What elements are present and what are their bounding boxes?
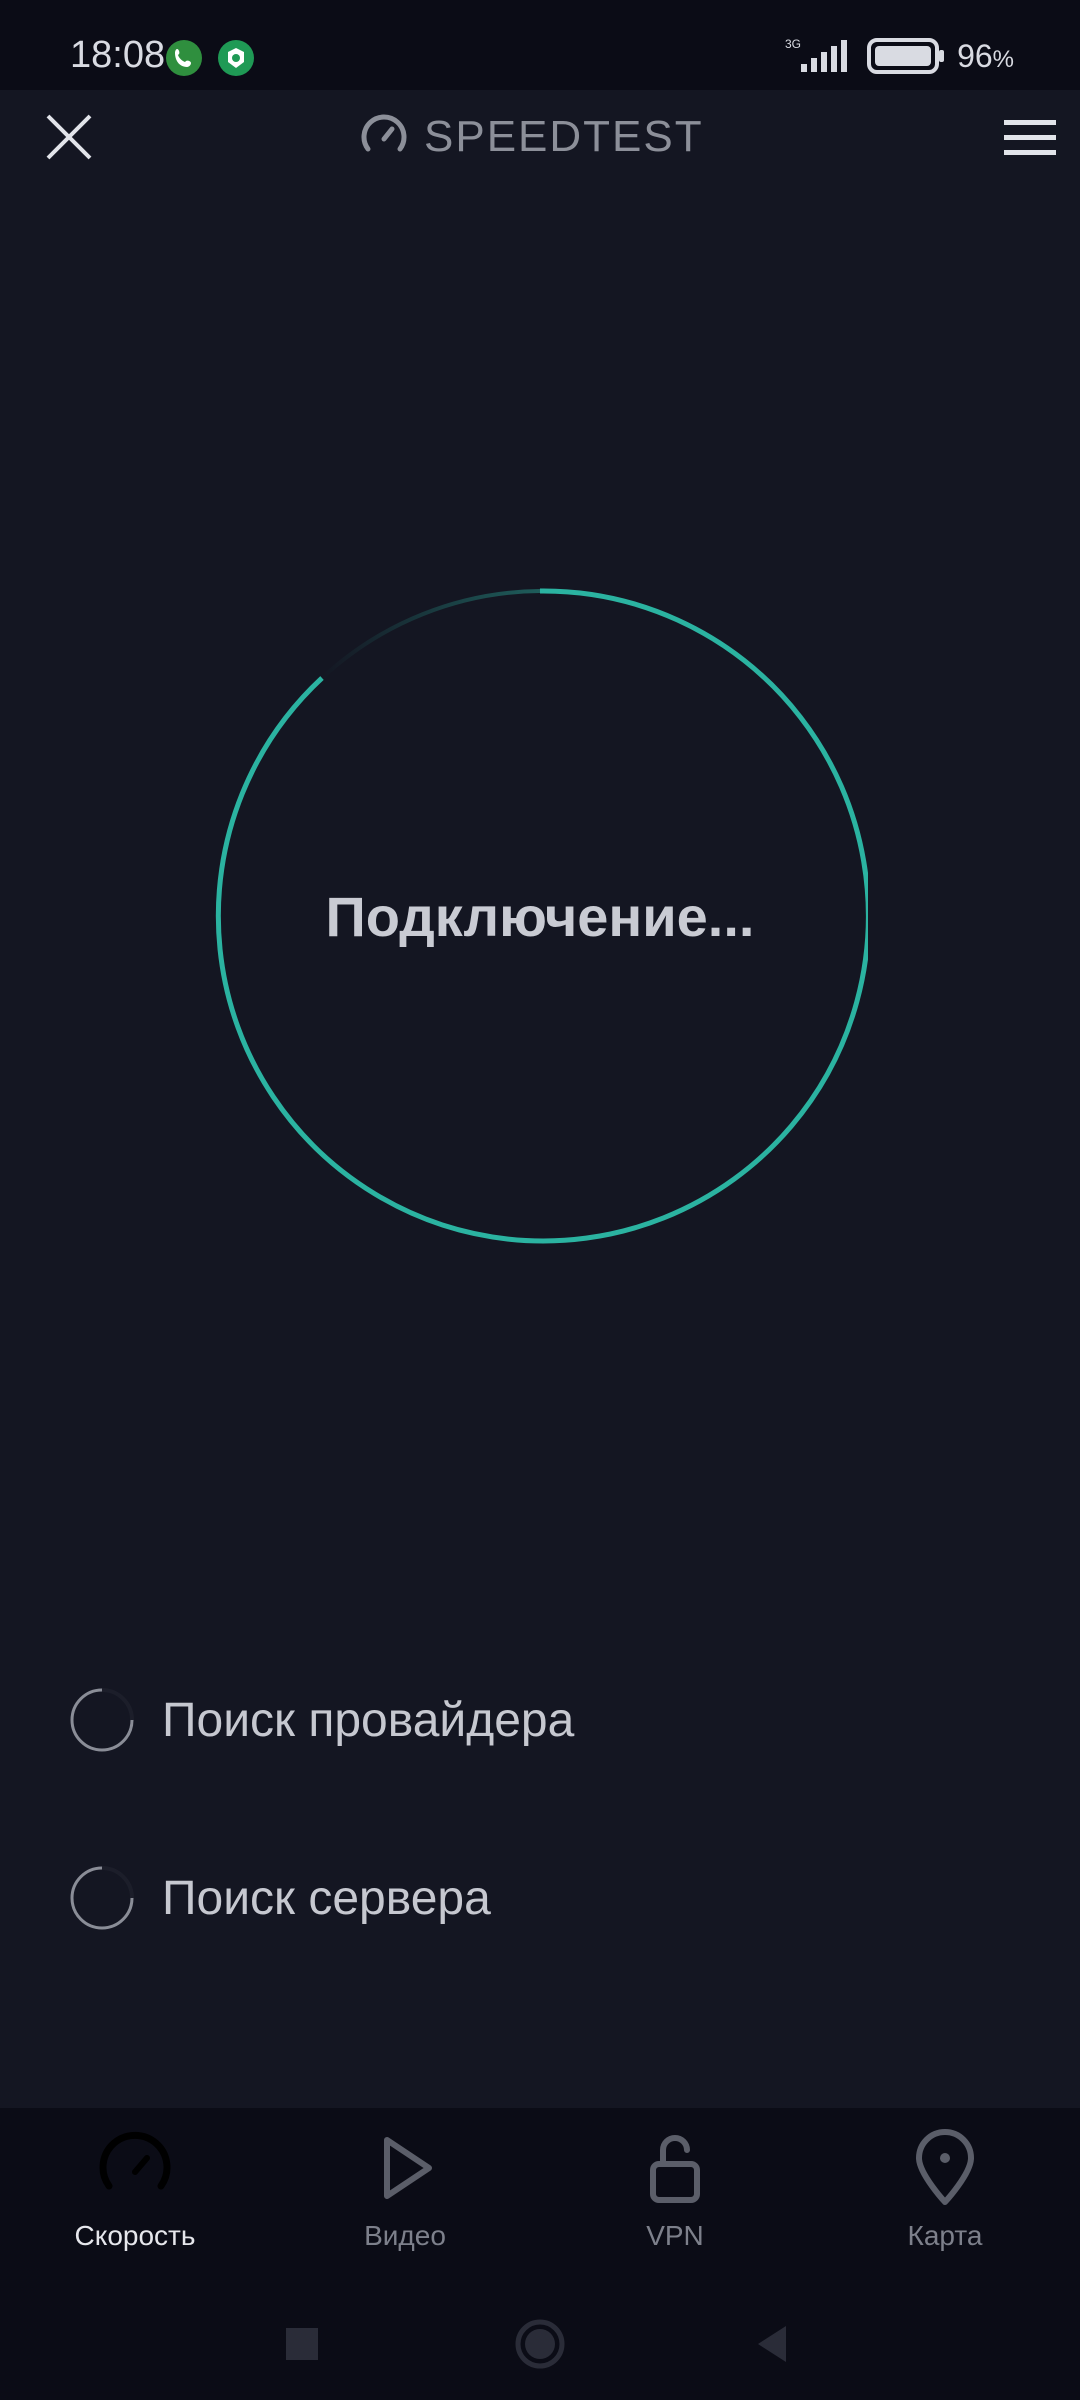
system-navigation-bar (0, 2288, 1080, 2400)
back-button[interactable] (742, 2312, 806, 2376)
connection-status: Подключение... (325, 884, 755, 948)
vpn-shield-icon (218, 40, 254, 76)
signal-icon: 3G (785, 37, 848, 72)
step-label: Поиск сервера (162, 1871, 491, 1925)
battery-icon (867, 38, 945, 74)
step-label: Поиск провайдера (162, 1693, 575, 1747)
status-bar: 18:08 3G 96% (0, 0, 1080, 90)
back-triangle-icon (758, 2326, 786, 2362)
home-circle-icon (515, 2319, 565, 2369)
nav-label: Видео (364, 2220, 446, 2251)
play-icon (384, 2137, 432, 2199)
bottom-navigation: Скорость Видео VPN Карта (0, 2108, 1080, 2288)
close-icon (46, 114, 92, 160)
connection-gauge: Подключение... (212, 588, 871, 1244)
svg-text:3G: 3G (785, 37, 801, 51)
nav-speed[interactable]: Скорость (0, 2128, 270, 2278)
nav-map[interactable]: Карта (810, 2128, 1080, 2278)
phone-call-icon (166, 40, 202, 76)
nav-label: Скорость (74, 2220, 196, 2251)
speedometer-logo-icon (361, 114, 407, 152)
battery-percent: 96% (957, 37, 1014, 74)
speedtest-logo: SPEEDTEST (360, 112, 704, 162)
nav-vpn[interactable]: VPN (540, 2128, 810, 2278)
status-indicators: 3G 96% (779, 36, 1014, 76)
brand-name: SPEEDTEST (424, 112, 704, 161)
hamburger-menu-icon (1004, 120, 1056, 155)
home-button[interactable] (508, 2312, 572, 2376)
menu-button[interactable] (1002, 118, 1058, 158)
map-pin-icon (916, 2129, 974, 2205)
loading-spinner-icon (70, 1866, 134, 1930)
nav-video[interactable]: Видео (270, 2128, 540, 2278)
nav-label: VPN (646, 2220, 704, 2251)
unlock-icon (650, 2135, 700, 2203)
step-find-server: Поиск сервера (70, 1858, 491, 1938)
nav-label: Карта (907, 2220, 983, 2251)
loading-spinner-icon (70, 1688, 134, 1752)
status-time: 18:08 (70, 34, 166, 76)
recent-apps-button[interactable] (270, 2312, 334, 2376)
speedometer-icon (99, 2131, 171, 2190)
close-button[interactable] (44, 112, 94, 162)
square-icon (286, 2328, 318, 2360)
step-find-provider: Поиск провайдера (70, 1680, 574, 1760)
app-bar: SPEEDTEST (0, 90, 1080, 185)
